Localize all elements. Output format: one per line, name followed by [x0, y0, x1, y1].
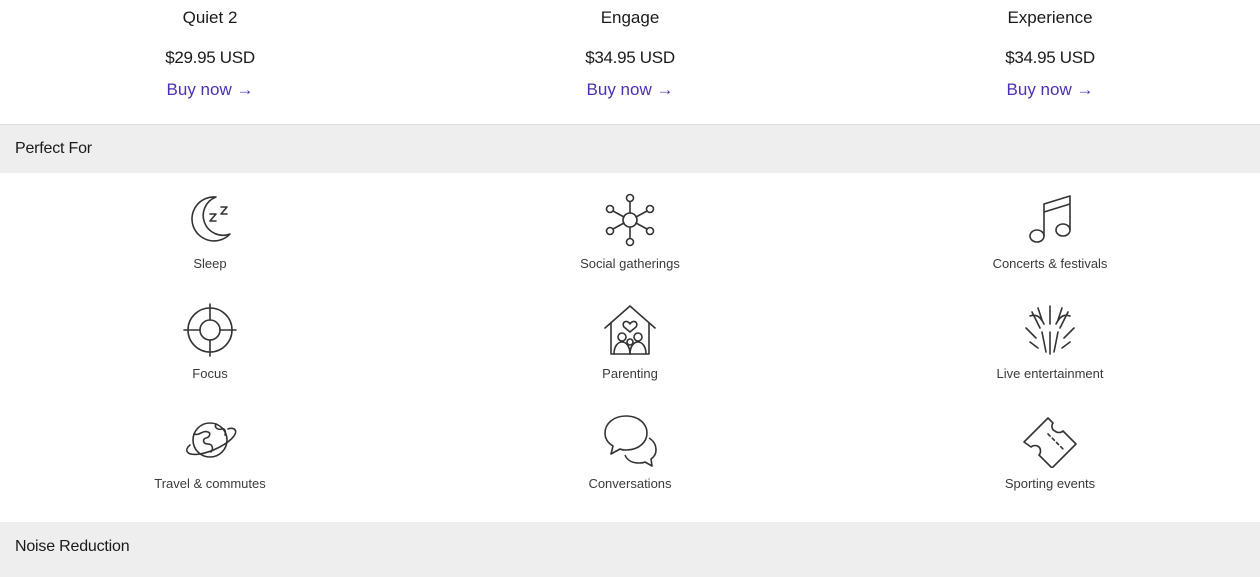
feature-live-entertainment: Live entertainment	[840, 302, 1260, 412]
music-note-icon	[1022, 192, 1078, 248]
feature-social-gatherings: Social gatherings	[420, 192, 840, 302]
feature-label: Live entertainment	[996, 366, 1104, 381]
section-title: Perfect For	[15, 140, 92, 157]
family-house-icon	[602, 302, 658, 358]
feature-travel-commutes: Travel & commutes	[0, 412, 420, 522]
buy-now-link[interactable]: Buy now →	[167, 79, 254, 101]
product-price: $29.95 USD	[165, 48, 255, 67]
feature-label: Conversations	[588, 476, 672, 491]
sleep-moon-icon	[182, 192, 238, 248]
feature-label: Concerts & festivals	[992, 256, 1108, 271]
planet-icon	[182, 412, 238, 468]
feature-label: Sleep	[193, 256, 227, 271]
product-price: $34.95 USD	[585, 48, 675, 67]
buy-now-link[interactable]: Buy now →	[1007, 79, 1094, 101]
product-price: $34.95 USD	[1005, 48, 1095, 67]
buy-now-link[interactable]: Buy now →	[587, 79, 674, 101]
ticket-icon	[1022, 412, 1078, 468]
feature-sporting-events: Sporting events	[840, 412, 1260, 522]
perfect-for-header: Perfect For	[0, 125, 1260, 173]
feature-conversations: Conversations	[420, 412, 840, 522]
noise-reduction-header: Noise Reduction	[0, 522, 1260, 577]
perfect-for-grid: Sleep Social gatherings Concerts & festi…	[0, 173, 1260, 522]
target-icon	[182, 302, 238, 358]
feature-concerts-festivals: Concerts & festivals	[840, 192, 1260, 302]
product-experience: Experience $34.95 USD Buy now →	[840, 0, 1260, 124]
fireworks-icon	[1022, 302, 1078, 358]
product-engage: Engage $34.95 USD Buy now →	[420, 0, 840, 124]
feature-label: Parenting	[602, 366, 658, 381]
feature-label: Sporting events	[1004, 476, 1096, 491]
product-row: Quiet 2 $29.95 USD Buy now → Engage $34.…	[0, 0, 1260, 125]
product-name: Experience	[1007, 8, 1093, 27]
section-title: Noise Reduction	[15, 538, 130, 555]
feature-focus: Focus	[0, 302, 420, 412]
feature-label: Social gatherings	[580, 256, 680, 271]
feature-label: Travel & commutes	[154, 476, 266, 491]
feature-sleep: Sleep	[0, 192, 420, 302]
social-network-icon	[602, 192, 658, 248]
product-quiet-2: Quiet 2 $29.95 USD Buy now →	[0, 0, 420, 124]
product-name: Quiet 2	[182, 8, 238, 27]
feature-label: Focus	[192, 366, 228, 381]
product-name: Engage	[600, 8, 660, 27]
chat-bubbles-icon	[602, 412, 658, 468]
feature-parenting: Parenting	[420, 302, 840, 412]
